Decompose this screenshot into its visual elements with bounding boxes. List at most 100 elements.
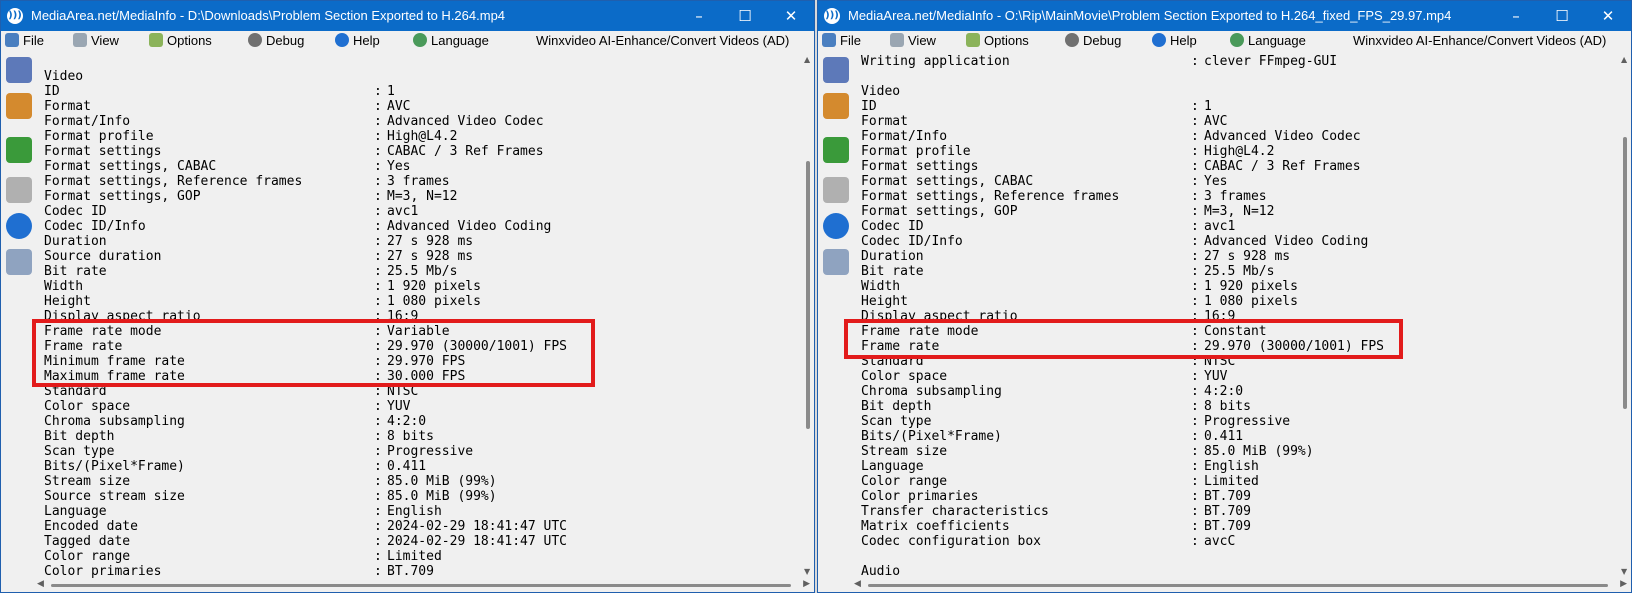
- field-name: Source duration: [44, 249, 162, 264]
- minimize-button[interactable]: –: [1493, 1, 1539, 31]
- menu-winxvideo-ad[interactable]: Winxvideo AI-Enhance/Convert Videos (AD): [536, 33, 789, 48]
- field-value: 2024-02-29 18:41:47 UTC: [387, 534, 568, 549]
- close-button[interactable]: ✕: [1585, 1, 1631, 31]
- field-value: M=3, N=12: [387, 189, 458, 204]
- about-icon[interactable]: [823, 213, 849, 239]
- field-name: Format settings, Reference frames: [44, 174, 303, 189]
- title-bar[interactable]: ))) MediaArea.net/MediaInfo - D:\Downloa…: [1, 1, 814, 31]
- field-name: Stream size: [44, 474, 131, 489]
- view-toolbar: [1, 53, 35, 578]
- menu-file[interactable]: File: [5, 33, 44, 48]
- menu-view[interactable]: View: [890, 33, 936, 48]
- field-separator: :: [1191, 189, 1199, 204]
- field-name: Color primaries: [861, 489, 979, 504]
- scroll-left-icon[interactable]: ◀: [37, 579, 44, 589]
- field-value: BT.709: [1204, 519, 1251, 534]
- field-name: Height: [861, 294, 908, 309]
- field-name: Bit rate: [861, 264, 924, 279]
- scroll-down-icon[interactable]: ▼: [1621, 567, 1627, 576]
- info-row: Format/Info: Advanced Video Codec: [861, 129, 1361, 144]
- info-text-area[interactable]: Writing application: clever FFmpeg-GUI Vid…: [852, 53, 1619, 578]
- menu-options[interactable]: Options: [966, 33, 1029, 48]
- menu-debug[interactable]: Debug: [1065, 33, 1121, 48]
- field-name: Stream size: [861, 444, 948, 459]
- horizontal-scrollbar[interactable]: ◀ ▶: [1, 578, 814, 592]
- scroll-right-icon[interactable]: ▶: [803, 579, 810, 589]
- menu-file[interactable]: File: [822, 33, 861, 48]
- open-file-icon[interactable]: [823, 57, 849, 83]
- info-row: Format settings, Reference frames:3 fram…: [44, 174, 450, 189]
- debug-icon: [248, 33, 262, 47]
- maximize-button[interactable]: ☐: [1539, 1, 1585, 31]
- field-separator: :: [374, 489, 382, 504]
- info-row: Format profile: High@L4.2: [44, 129, 457, 144]
- info-row: Tagged date:2024-02-29 18:41:47 UTC: [44, 534, 567, 549]
- field-separator: :: [374, 399, 382, 414]
- field-name: Writing application: [861, 54, 1010, 69]
- field-value: Advanced Video Codec: [1204, 129, 1361, 144]
- field-name: Color range: [861, 474, 948, 489]
- info-row: Writing application: clever FFmpeg-GUI: [861, 54, 1337, 69]
- menu-help[interactable]: Help: [1152, 33, 1197, 48]
- info-row: Scan type: Progressive: [44, 444, 473, 459]
- info-row: Chroma subsampling:4:2:0: [861, 384, 1243, 399]
- info-text-area[interactable]: Video ID:1 Format: AVC Format/Info: Advanced …: [35, 53, 802, 578]
- field-name: Color range: [44, 549, 131, 564]
- field-name: Bit depth: [861, 399, 932, 414]
- info-row: Scan type: Progressive: [861, 414, 1290, 429]
- menu-debug[interactable]: Debug: [248, 33, 304, 48]
- views-icon[interactable]: [6, 249, 32, 275]
- scroll-right-icon[interactable]: ▶: [1620, 579, 1627, 589]
- field-name: Bits/(Pixel*Frame): [861, 429, 1002, 444]
- export-icon[interactable]: [823, 137, 849, 163]
- preferences-icon[interactable]: [823, 177, 849, 203]
- menu-help[interactable]: Help: [335, 33, 380, 48]
- horizontal-scrollbar[interactable]: ◀ ▶: [818, 578, 1631, 592]
- info-row: Source duration:27 s 928 ms: [44, 249, 473, 264]
- field-separator: :: [374, 459, 382, 474]
- about-icon[interactable]: [6, 213, 32, 239]
- scrollbar-thumb[interactable]: [806, 161, 810, 429]
- field-separator: :: [1191, 204, 1199, 219]
- field-name: Codec ID/Info: [44, 219, 146, 234]
- title-bar[interactable]: ))) MediaArea.net/MediaInfo - O:\Rip\Mai…: [818, 1, 1631, 31]
- vertical-scrollbar[interactable]: ▲ ▼: [802, 53, 814, 578]
- info-row: Height:1 080 pixels: [861, 294, 1298, 309]
- field-name: Format settings, GOP: [44, 189, 201, 204]
- menu-view[interactable]: View: [73, 33, 119, 48]
- views-icon[interactable]: [823, 249, 849, 275]
- maximize-button[interactable]: ☐: [722, 1, 768, 31]
- menu-language[interactable]: Language: [413, 33, 489, 48]
- scroll-up-icon[interactable]: ▲: [1621, 55, 1627, 64]
- scroll-up-icon[interactable]: ▲: [804, 55, 810, 64]
- scroll-left-icon[interactable]: ◀: [854, 579, 861, 589]
- info-row: Format settings, GOP: M=3, N=12: [44, 189, 457, 204]
- menu-language[interactable]: Language: [1230, 33, 1306, 48]
- menu-winxvideo-ad[interactable]: Winxvideo AI-Enhance/Convert Videos (AD): [1353, 33, 1606, 48]
- field-name: Format settings, CABAC: [861, 174, 1034, 189]
- open-folder-icon[interactable]: [6, 93, 32, 119]
- hscrollbar-thumb[interactable]: [868, 584, 1608, 587]
- open-folder-icon[interactable]: [823, 93, 849, 119]
- preferences-icon[interactable]: [6, 177, 32, 203]
- hscrollbar-thumb[interactable]: [51, 584, 791, 587]
- field-value: avc1: [387, 204, 419, 219]
- scroll-down-icon[interactable]: ▼: [804, 567, 810, 576]
- field-value: 0.411: [387, 459, 427, 474]
- close-button[interactable]: ✕: [768, 1, 814, 31]
- highlight-box-frame-rate: [32, 319, 595, 387]
- menu-view-label: View: [91, 33, 119, 48]
- open-file-icon[interactable]: [6, 57, 32, 83]
- export-icon[interactable]: [6, 137, 32, 163]
- vertical-scrollbar[interactable]: ▲ ▼: [1619, 53, 1631, 578]
- info-row: Color range: Limited: [861, 474, 1259, 489]
- field-value: 85.0 MiB (99%): [1204, 444, 1314, 459]
- field-separator: :: [374, 414, 382, 429]
- minimize-button[interactable]: –: [676, 1, 722, 31]
- options-icon: [149, 33, 163, 47]
- field-separator: :: [374, 249, 382, 264]
- field-separator: :: [1191, 234, 1199, 249]
- field-name: Format settings, GOP: [861, 204, 1018, 219]
- menu-options[interactable]: Options: [149, 33, 212, 48]
- scrollbar-thumb[interactable]: [1623, 137, 1627, 409]
